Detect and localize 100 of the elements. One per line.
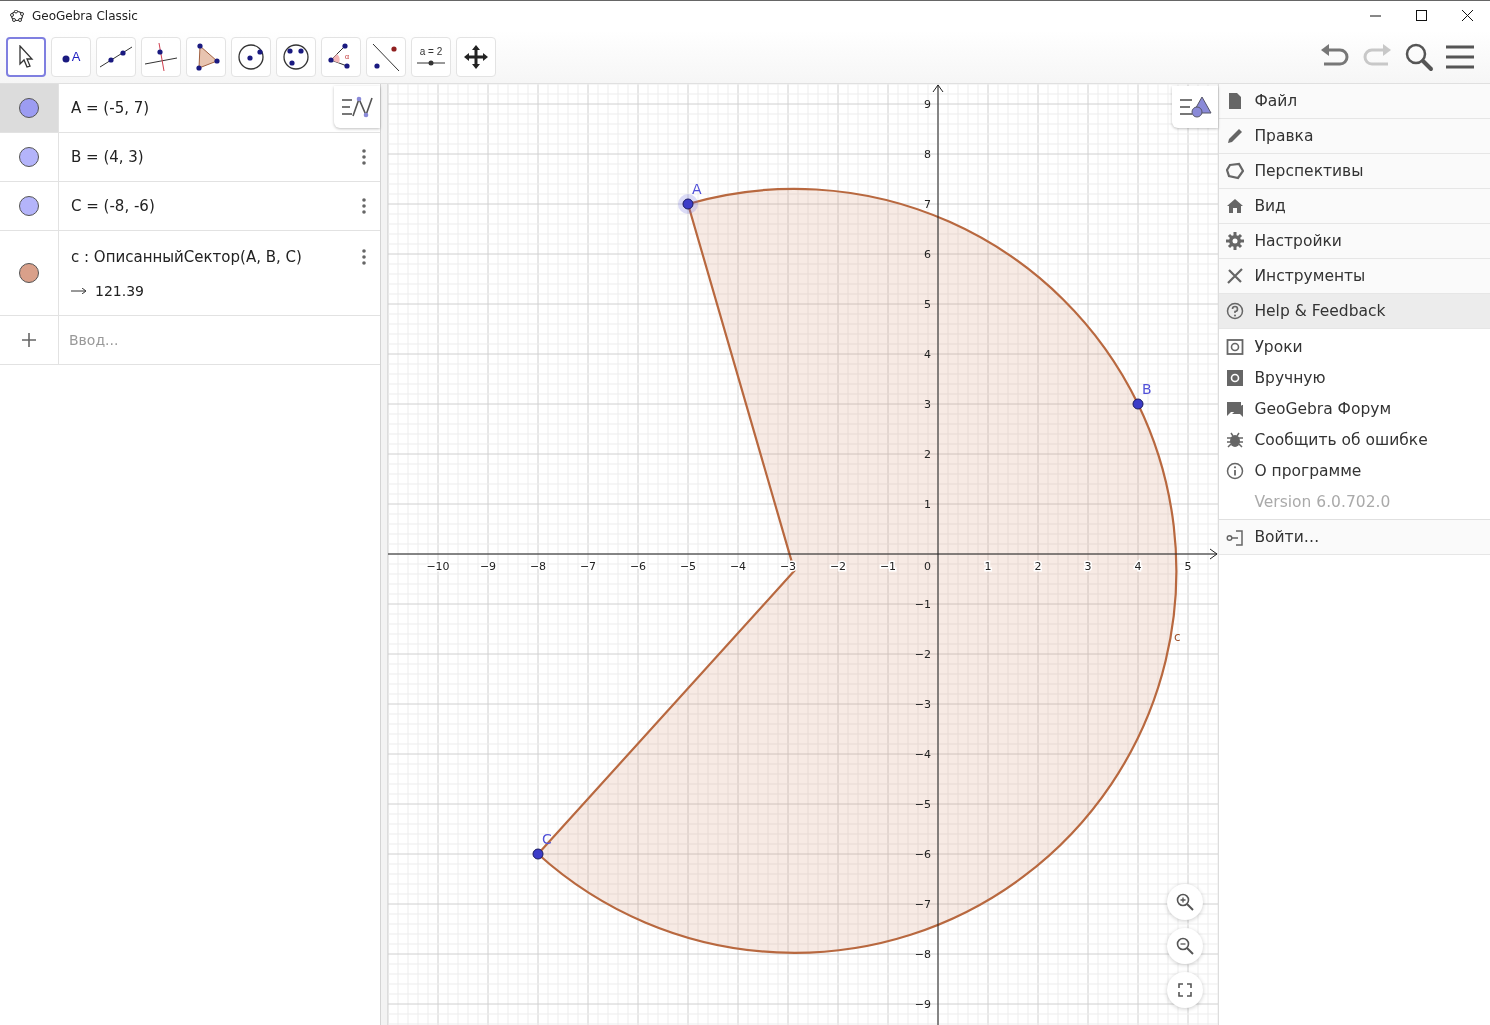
- window-title: GeoGebra Classic: [32, 8, 138, 23]
- maximize-icon: [1415, 10, 1427, 21]
- fullscreen-icon: [1178, 983, 1193, 997]
- x-tick-label: 1: [984, 560, 992, 573]
- y-tick-label: 6: [924, 248, 932, 261]
- tutorial-book-icon: [1226, 337, 1245, 356]
- menu-item[interactable]: Help & Feedback: [1219, 294, 1490, 329]
- x-tick-label: 3: [1084, 560, 1092, 573]
- help-icon: [1226, 302, 1245, 320]
- menu-item[interactable]: Настройки: [1219, 224, 1490, 259]
- visibility-dot[interactable]: [19, 98, 39, 118]
- tool-label: A: [71, 50, 81, 63]
- y-tick-label: 4: [924, 348, 932, 361]
- y-tick-label: −3: [915, 698, 932, 711]
- reflect-about-line-icon: [370, 41, 402, 72]
- sector-value: 121.39: [95, 283, 144, 299]
- line-through-points-icon: [99, 44, 133, 69]
- x-tick-label: 2: [1034, 560, 1042, 573]
- tool-button[interactable]: [6, 36, 46, 77]
- point-label: A: [692, 181, 702, 197]
- point-definition[interactable]: A = (-5, 7): [71, 99, 150, 117]
- zoom-in-icon: [1176, 893, 1195, 911]
- submenu-item[interactable]: Сообщить об ошибке: [1219, 424, 1490, 455]
- y-tick-label: 5: [924, 298, 932, 311]
- perpendicular-lines-icon: [144, 41, 178, 72]
- y-tick-label: 8: [924, 148, 932, 161]
- cursor-arrow-icon: [18, 44, 34, 69]
- tool-button[interactable]: A: [51, 36, 91, 77]
- right-arrow-icon: [71, 288, 87, 294]
- manual-book-icon: [1226, 368, 1245, 387]
- point[interactable]: [532, 848, 544, 860]
- close-icon: [1461, 10, 1473, 21]
- more-vertical-icon: [362, 249, 367, 265]
- x-tick-label: −2: [830, 560, 847, 573]
- origin-label: 0: [924, 560, 932, 573]
- list-graph-icon: [340, 95, 375, 119]
- y-tick-label: −5: [915, 798, 932, 811]
- point-definition[interactable]: C = (-8, -6): [71, 197, 155, 215]
- point-icon: [61, 55, 70, 63]
- y-tick-label: 1: [924, 498, 932, 511]
- tool-label: a = 2: [419, 47, 443, 57]
- home-icon: [1226, 197, 1245, 215]
- move-arrows-icon: [463, 43, 489, 70]
- x-tick-label: −7: [580, 560, 597, 573]
- more-vertical-icon: [362, 149, 367, 165]
- chat-icon: [1226, 399, 1245, 418]
- y-tick-label: −7: [915, 898, 932, 911]
- info-icon: [1226, 461, 1245, 480]
- zoom-out-icon: [1176, 937, 1195, 955]
- tool-button[interactable]: a = 2: [411, 36, 451, 77]
- y-tick-label: −2: [915, 648, 932, 661]
- x-tick-label: −9: [480, 560, 497, 573]
- submenu-item[interactable]: Уроки: [1219, 331, 1490, 362]
- visibility-dot[interactable]: [19, 196, 39, 216]
- x-tick-label: −5: [680, 560, 697, 573]
- point[interactable]: [1132, 398, 1144, 410]
- more-vertical-icon: [362, 198, 367, 214]
- menu-icon: [1446, 44, 1474, 69]
- y-tick-label: 7: [924, 198, 932, 211]
- algebra-style-button[interactable]: [334, 86, 381, 128]
- graphics-style-button[interactable]: [1172, 86, 1219, 128]
- zoom-in-button[interactable]: [1167, 884, 1204, 920]
- fullscreen-button[interactable]: [1167, 972, 1204, 1008]
- pencil-icon: [1226, 127, 1245, 145]
- point[interactable]: [682, 198, 694, 210]
- x-tick-label: 5: [1184, 560, 1192, 573]
- menu-item[interactable]: Вид: [1219, 189, 1490, 224]
- bug-icon: [1226, 430, 1245, 449]
- x-tick-label: 4: [1134, 560, 1142, 573]
- point-label: C: [542, 831, 553, 847]
- y-tick-label: −8: [915, 948, 932, 961]
- y-tick-label: 2: [924, 448, 932, 461]
- menu-item[interactable]: Перспективы: [1219, 154, 1490, 189]
- submenu-item[interactable]: О программе: [1219, 455, 1490, 486]
- y-tick-label: 9: [924, 98, 932, 111]
- submenu-item[interactable]: Вручную: [1219, 362, 1490, 393]
- point-label: B: [1142, 381, 1152, 397]
- circle-three-points-icon: [281, 41, 311, 72]
- circle-center-point-icon: [236, 41, 266, 72]
- x-tick-label: −6: [630, 560, 647, 573]
- search-icon: [1404, 41, 1434, 72]
- gear-icon: [1226, 232, 1245, 250]
- x-tick-label: −4: [730, 560, 747, 573]
- visibility-dot[interactable]: [19, 147, 39, 167]
- row-marker[interactable]: [0, 84, 59, 132]
- y-tick-label: −4: [915, 748, 932, 761]
- minimize-icon: [1369, 14, 1381, 17]
- y-tick-label: 3: [924, 398, 932, 411]
- point-definition[interactable]: B = (4, 3): [71, 148, 144, 166]
- submenu-item[interactable]: GeoGebra Форум: [1219, 393, 1490, 424]
- visibility-dot[interactable]: [19, 263, 39, 283]
- version-text: Version 6.0.702.0: [1253, 491, 1392, 513]
- menu-item[interactable]: Инструменты: [1219, 259, 1490, 294]
- menu-item[interactable]: Файл: [1219, 84, 1490, 119]
- zoom-out-button[interactable]: [1167, 928, 1204, 964]
- menu-item[interactable]: Правка: [1219, 119, 1490, 154]
- sector-definition[interactable]: c : ОписанныйСектор(A, B, C): [71, 248, 302, 266]
- menu-item[interactable]: Войти…: [1219, 520, 1490, 555]
- x-tick-label: −10: [426, 560, 450, 573]
- sector-label: c: [1174, 629, 1181, 644]
